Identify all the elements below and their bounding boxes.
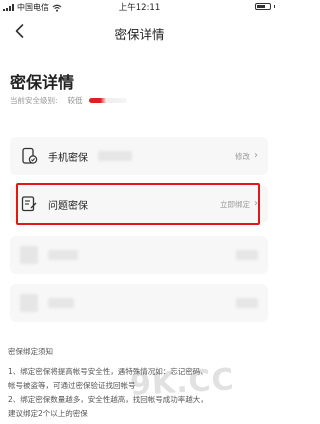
notice-title: 密保绑定须知 — [8, 347, 53, 356]
blurred-status — [236, 250, 258, 260]
status-bar: 中国电信 上午12:11 — [0, 0, 279, 14]
blurred-security-card[interactable] — [10, 236, 268, 274]
question-security-card[interactable]: 问题密保 立即绑定 › — [10, 185, 268, 223]
phone-security-status: 修改 — [235, 151, 250, 161]
chevron-right-icon: › — [254, 150, 258, 161]
notice-line: 建议绑定2个以上的密保 — [8, 409, 88, 418]
question-security-label: 问题密保 — [48, 200, 88, 212]
notice-line: 帐号被盗等，可通过密保验证找回帐号 — [8, 381, 136, 390]
blurred-security-card[interactable] — [10, 284, 268, 322]
blurred-label — [48, 298, 74, 308]
page-title: 密保详情 — [10, 73, 75, 92]
blurred-status — [236, 298, 258, 308]
phone-security-label: 手机密保 — [48, 152, 88, 164]
blurred-label — [48, 250, 78, 260]
status-bar-right — [254, 3, 275, 10]
status-time: 上午12:11 — [118, 3, 161, 13]
security-level-bar — [88, 98, 127, 103]
chevron-right-icon: › — [254, 198, 258, 209]
battery-icon — [254, 3, 271, 10]
blurred-icon — [20, 294, 38, 312]
question-note-icon — [21, 196, 37, 212]
security-level-value: 较低 — [67, 96, 83, 105]
nav-title: 密保详情 — [114, 27, 165, 42]
blurred-icon — [20, 246, 38, 264]
battery-cap — [273, 5, 275, 8]
phone-security-card[interactable]: 手机密保 修改 › — [10, 137, 268, 175]
phone-lock-icon — [22, 147, 38, 164]
nav-bar: 密保详情 — [0, 14, 279, 50]
blurred-phone-number — [98, 151, 132, 161]
watermark-logo: 9K.CC — [129, 362, 236, 403]
security-level-label: 当前安全级别: — [10, 96, 58, 105]
security-level-row: 当前安全级别: 较低 — [10, 95, 127, 106]
question-security-status: 立即绑定 — [220, 199, 250, 209]
